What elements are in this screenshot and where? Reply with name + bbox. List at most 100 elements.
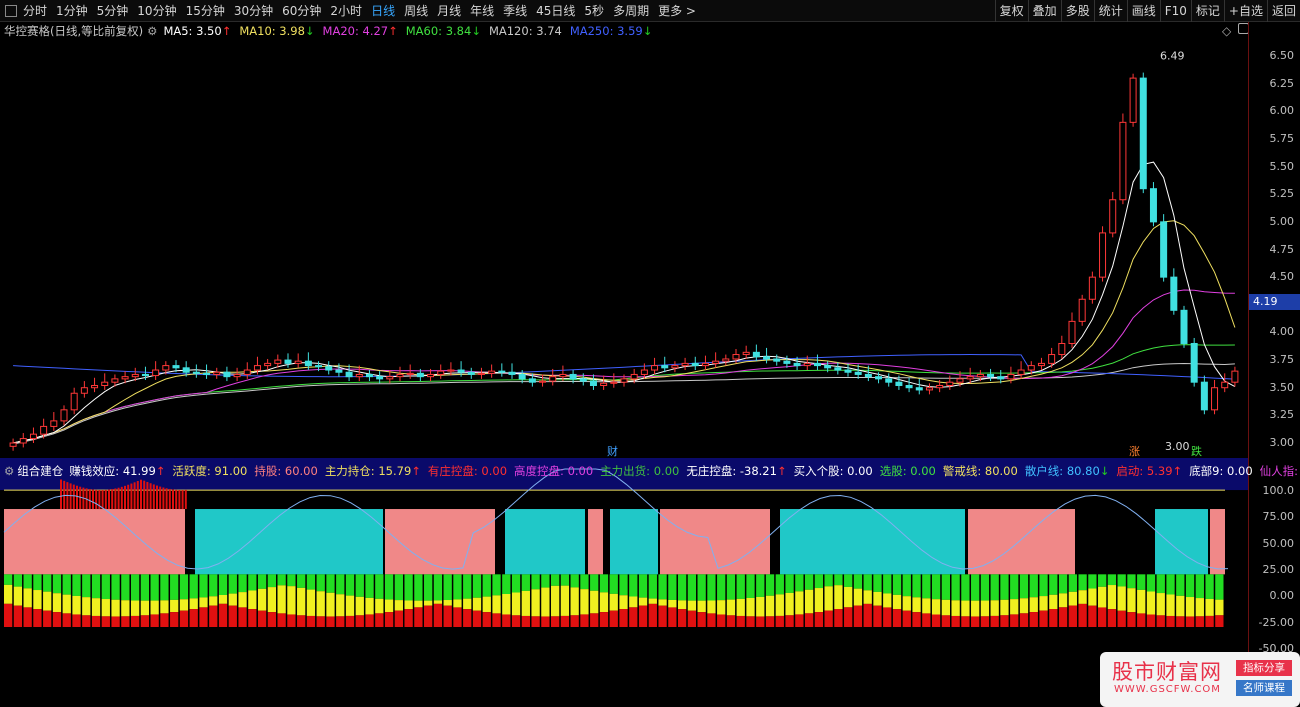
yellow-bar [91, 598, 101, 616]
yellow-bar [980, 600, 990, 617]
green-bar [218, 574, 228, 596]
yellow-bar [658, 599, 667, 606]
timeframe-tab-6[interactable]: 60分钟 [282, 2, 321, 19]
yellow-bar [394, 600, 403, 611]
yellow-bar [140, 600, 150, 616]
timeframe-tab-3[interactable]: 10分钟 [137, 2, 176, 19]
red-bar [785, 615, 794, 627]
indicator-zone-block [780, 509, 965, 575]
yellow-bar [443, 600, 452, 606]
candle-body [498, 370, 506, 373]
toolbar-button-5[interactable]: F10 [1159, 0, 1191, 22]
yellow-bar [1127, 588, 1136, 613]
green-bar [365, 574, 374, 598]
green-bar [658, 574, 667, 600]
toolbar-button-1[interactable]: 叠加 [1027, 0, 1061, 22]
timeframe-tab-11[interactable]: 年线 [470, 2, 494, 19]
chart-canvas[interactable]: 6.49 3.00 财 涨 跌 [0, 22, 1248, 682]
green-bar [179, 574, 189, 600]
y-tick-label: 5.75 [1269, 131, 1295, 145]
candle-body [732, 354, 740, 360]
toolbar-button-0[interactable]: 复权 [994, 0, 1028, 22]
red-bar [160, 613, 169, 627]
yellow-bar [101, 599, 110, 617]
candle-body [274, 359, 282, 364]
green-bar [394, 574, 403, 601]
timeframe-tab-16[interactable]: 更多 > [658, 2, 696, 19]
yellow-bar [482, 596, 491, 613]
timeframe-tab-7[interactable]: 2小时 [330, 2, 362, 19]
green-bar [1049, 574, 1058, 595]
indicator-item-arrow-icon: ↓ [1099, 463, 1110, 478]
yellow-bar [1068, 591, 1077, 606]
red-bar [140, 615, 150, 627]
red-bar [844, 607, 853, 627]
red-bar [736, 615, 745, 627]
red-bar [199, 607, 208, 627]
green-bar [1137, 574, 1146, 590]
yellow-bar [541, 587, 550, 617]
indicator-name[interactable]: 组合建仓 [17, 463, 63, 479]
candle-body [661, 365, 669, 369]
timeframe-tab-13[interactable]: 45日线 [536, 2, 575, 19]
red-bar [902, 610, 911, 627]
red-bar [834, 609, 843, 627]
candle-body [824, 365, 832, 369]
red-bar [971, 616, 980, 627]
red-bar [375, 613, 384, 627]
red-top-bar [95, 489, 98, 510]
red-bar [365, 614, 374, 627]
toolbar-button-4[interactable]: 画线 [1126, 0, 1160, 22]
timeframe-tab-0[interactable]: 分时 [23, 2, 47, 19]
green-bar [492, 574, 501, 596]
red-bar [1058, 607, 1068, 627]
candle-body [1068, 320, 1076, 344]
timeframe-tab-10[interactable]: 月线 [437, 2, 461, 19]
green-bar [326, 574, 335, 593]
yellow-bar [414, 600, 423, 608]
red-bar [511, 615, 521, 627]
candle-body [651, 365, 659, 371]
timeframe-tab-14[interactable]: 5秒 [584, 2, 604, 19]
yellow-bar [1176, 595, 1185, 617]
indicator-item-4: 有庄控盘: 0.00 [427, 463, 508, 478]
candle-body [1099, 232, 1107, 278]
red-bar [1098, 607, 1107, 627]
yellow-bar [72, 595, 81, 615]
red-top-bar [159, 486, 162, 510]
candle-body [427, 373, 435, 378]
toolbar-button-7[interactable]: +自选 [1223, 0, 1267, 22]
red-bar [43, 610, 52, 627]
green-bar [697, 574, 706, 601]
toolbar-button-2[interactable]: 多股 [1060, 0, 1094, 22]
green-bar [1176, 574, 1185, 596]
green-bar [746, 574, 755, 598]
green-bar [414, 574, 423, 601]
timeframe-tab-9[interactable]: 周线 [404, 2, 428, 19]
window-menu-icon[interactable] [5, 4, 17, 17]
green-bar [912, 574, 921, 598]
timeframe-tab-12[interactable]: 季线 [503, 2, 527, 19]
timeframe-tab-4[interactable]: 15分钟 [186, 2, 225, 19]
timeframe-tab-1[interactable]: 1分钟 [56, 2, 88, 19]
yellow-bar [795, 591, 804, 615]
yellow-bar [1185, 597, 1195, 617]
green-bar [101, 574, 110, 600]
timeframe-tab-5[interactable]: 30分钟 [234, 2, 273, 19]
toolbar-button-6[interactable]: 标记 [1190, 0, 1224, 22]
yellow-bar [13, 586, 23, 606]
candle-body [182, 367, 190, 373]
candle-body [1170, 276, 1178, 311]
candle-body [315, 365, 323, 368]
green-bar [355, 574, 364, 597]
candle-body [712, 360, 720, 364]
timeframe-tab-8[interactable]: 日线 [371, 2, 395, 19]
toolbar-button-8[interactable]: 返回 [1266, 0, 1300, 22]
candle-body [203, 372, 211, 375]
candle-body [559, 373, 567, 378]
candle-body [172, 365, 180, 369]
timeframe-tab-15[interactable]: 多周期 [613, 2, 649, 19]
timeframe-tab-2[interactable]: 5分钟 [97, 2, 129, 19]
indicator-settings-icon[interactable]: ⚙ [4, 464, 14, 478]
toolbar-button-3[interactable]: 统计 [1093, 0, 1127, 22]
